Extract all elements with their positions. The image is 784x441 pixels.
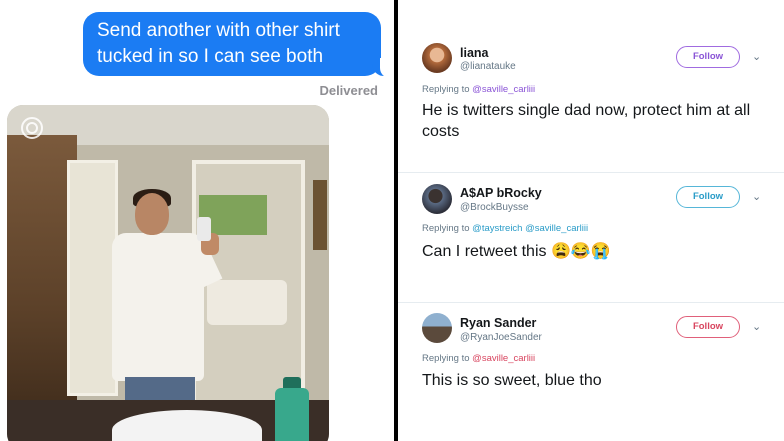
photo-mouthwash-bottle bbox=[275, 388, 309, 441]
message-line-1: Send another with other shirt bbox=[97, 20, 340, 41]
user-handle[interactable]: @RyanJoeSander bbox=[460, 332, 542, 343]
photo-picture-frame bbox=[313, 180, 327, 250]
delivery-status: Delivered bbox=[319, 83, 378, 98]
attached-photo[interactable] bbox=[7, 105, 329, 441]
tweet-text: Can I retweet this 😩😂😭 bbox=[422, 243, 611, 260]
twitter-replies-panel: liana @lianatauke Follow ⌄ Replying to @… bbox=[398, 0, 784, 441]
tweet-text: He is twitters single dad now, protect h… bbox=[422, 102, 751, 140]
photo-bathtub bbox=[207, 280, 287, 325]
chevron-down-icon[interactable]: ⌄ bbox=[752, 50, 761, 63]
display-name[interactable]: A$AP bRocky bbox=[460, 186, 542, 200]
avatar[interactable] bbox=[422, 184, 452, 214]
follow-button[interactable]: Follow bbox=[676, 46, 740, 68]
display-name[interactable]: Ryan Sander bbox=[460, 316, 536, 330]
sent-message-bubble[interactable]: Send another with other shirt tucked in … bbox=[83, 12, 381, 76]
replying-to-label: Replying to bbox=[422, 84, 470, 95]
replying-to-label: Replying to bbox=[422, 223, 470, 234]
replying-to: Replying to @saville_carliii bbox=[422, 353, 535, 364]
mention-link[interactable]: @saville_carliii bbox=[525, 223, 588, 234]
mention-link[interactable]: @saville_carliii bbox=[472, 353, 535, 364]
tweet-reply: Ryan Sander @RyanJoeSander Follow ⌄ Repl… bbox=[398, 302, 784, 441]
display-name[interactable]: liana bbox=[460, 46, 489, 60]
avatar[interactable] bbox=[422, 313, 452, 343]
follow-button[interactable]: Follow bbox=[676, 186, 740, 208]
user-handle[interactable]: @lianatauke bbox=[460, 61, 516, 72]
photo-phone bbox=[197, 217, 211, 241]
live-photo-icon-inner bbox=[26, 122, 38, 134]
tweet-reply: A$AP bRocky @BrockBuysse Follow ⌄ Replyi… bbox=[398, 172, 784, 303]
photo-person-head bbox=[135, 193, 169, 235]
photo-door-left bbox=[67, 160, 118, 396]
chevron-down-icon[interactable]: ⌄ bbox=[752, 190, 761, 203]
tweet-reply: liana @lianatauke Follow ⌄ Replying to @… bbox=[398, 0, 784, 172]
mention-link[interactable]: @taystreich bbox=[472, 223, 522, 234]
avatar[interactable] bbox=[422, 43, 452, 73]
message-line-2: tucked in so I can see both bbox=[97, 46, 324, 67]
mention-link[interactable]: @saville_carliii bbox=[472, 84, 535, 95]
imessage-panel: Send another with other shirt tucked in … bbox=[0, 0, 394, 441]
user-handle[interactable]: @BrockBuysse bbox=[460, 202, 529, 213]
replying-to-label: Replying to bbox=[422, 353, 470, 364]
replying-to: Replying to @taystreich @saville_carliii bbox=[422, 223, 588, 234]
tweet-text: This is so sweet, blue tho bbox=[422, 372, 602, 389]
chevron-down-icon[interactable]: ⌄ bbox=[752, 320, 761, 333]
replying-to: Replying to @saville_carliii bbox=[422, 84, 535, 95]
follow-button[interactable]: Follow bbox=[676, 316, 740, 338]
